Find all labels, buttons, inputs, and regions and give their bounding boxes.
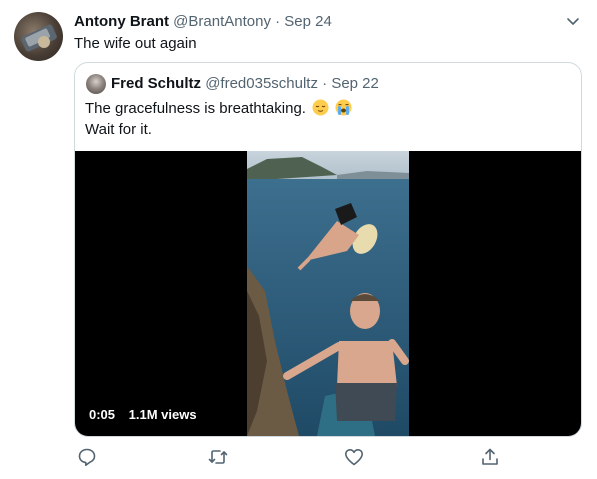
loudly-crying-face-icon xyxy=(335,99,352,116)
tweet[interactable]: Antony Brant @BrantAntony · Sep 24 The w… xyxy=(0,0,597,479)
video-duration: 0:05 xyxy=(89,407,116,422)
quoted-text-line2: Wait for it. xyxy=(85,121,152,138)
quoted-tweet[interactable]: Fred Schultz @fred035schultz · Sep 22 Th… xyxy=(74,62,582,437)
video-player[interactable]: 0:05 1.1M views xyxy=(75,151,581,436)
quoted-tweet-header: Fred Schultz @fred035schultz · Sep 22 xyxy=(111,74,379,94)
quoted-author-name: Fred Schultz xyxy=(111,75,202,92)
retweet-icon[interactable] xyxy=(207,446,229,468)
quoted-author-handle: @fred035schultz xyxy=(205,75,318,92)
video-frame xyxy=(247,151,409,436)
like-icon[interactable] xyxy=(343,446,365,468)
video-meta: 0:05 1.1M views xyxy=(89,407,197,422)
share-icon[interactable] xyxy=(479,446,501,468)
quoted-author-avatar xyxy=(86,74,106,94)
tweet-actions xyxy=(74,446,544,468)
video-views: 1.1M views xyxy=(128,407,197,422)
quoted-text-line1: The gracefulness is breathtaking. xyxy=(85,100,306,117)
chevron-down-icon[interactable] xyxy=(564,12,582,30)
author-avatar[interactable] xyxy=(14,12,63,61)
relieved-face-icon xyxy=(312,99,329,116)
tweet-text: The wife out again xyxy=(74,35,197,52)
quoted-tweet-text: The gracefulness is breathtaking. Wait f… xyxy=(85,98,352,140)
tweet-date[interactable]: Sep 24 xyxy=(284,13,332,30)
quoted-header-separator: · xyxy=(322,75,328,92)
reply-icon[interactable] xyxy=(76,446,98,468)
quoted-tweet-date: Sep 22 xyxy=(331,75,379,92)
tweet-header: Antony Brant @BrantAntony · Sep 24 xyxy=(74,12,332,32)
header-separator: · xyxy=(275,13,281,30)
author-handle[interactable]: @BrantAntony xyxy=(173,13,271,30)
author-name[interactable]: Antony Brant xyxy=(74,13,169,30)
